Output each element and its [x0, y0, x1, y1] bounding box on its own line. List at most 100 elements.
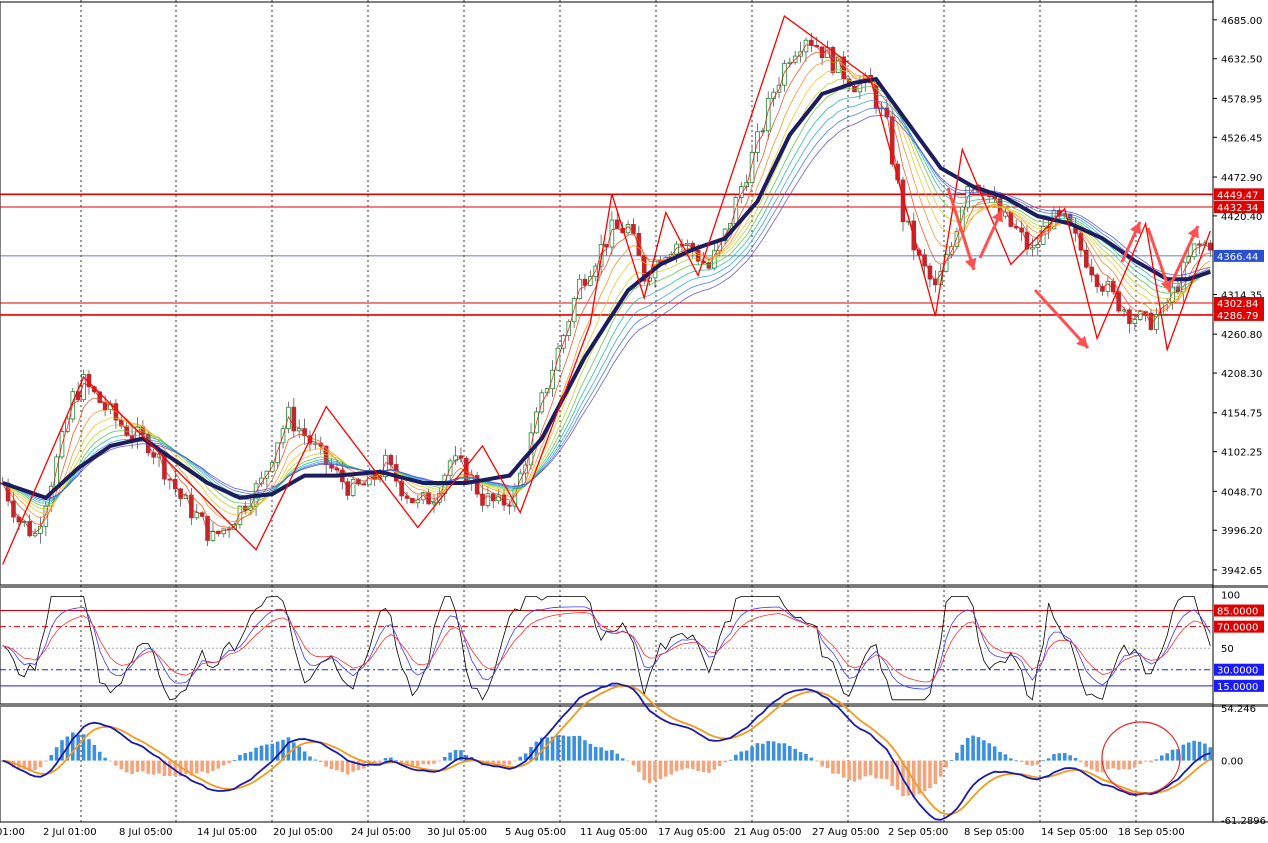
candle-body	[431, 501, 437, 505]
macd-histogram-bar	[313, 759, 318, 761]
stochastic-tick-label: 50	[1221, 644, 1234, 655]
macd-histogram-bar	[254, 747, 258, 761]
macd-histogram-bar	[604, 750, 609, 761]
macd-histogram-bar	[151, 760, 156, 775]
candle-body	[787, 61, 793, 64]
candle[interactable]	[1116, 290, 1121, 313]
macd-histogram-bar	[766, 741, 771, 761]
macd-histogram-bar	[1025, 760, 1029, 766]
macd-histogram-bar	[992, 746, 997, 761]
level-price-label: 4432.34	[1217, 203, 1258, 214]
macd-histogram-bar	[507, 760, 512, 765]
candle-body	[1105, 280, 1111, 292]
macd-histogram-bar	[448, 752, 452, 761]
macd-histogram-bar	[496, 760, 501, 765]
macd-histogram-bar	[1052, 754, 1056, 761]
macd-tick-label: -61.2896	[1221, 816, 1266, 827]
candle-body	[625, 224, 631, 234]
macd-histogram-bar	[232, 760, 237, 761]
macd-histogram-bar	[674, 760, 679, 772]
macd-histogram-bar	[292, 742, 296, 761]
level-price-label: 4302.84	[1217, 299, 1258, 310]
macd-histogram-bar	[852, 760, 857, 782]
macd-histogram-bar	[858, 760, 862, 780]
candle-body	[933, 278, 938, 286]
time-tick-label: 24 Jul 05:00	[351, 827, 411, 838]
price-tick-label: 4632.50	[1221, 55, 1262, 66]
candle-body	[1170, 286, 1175, 303]
time-tick-label: 5 Aug 05:00	[505, 827, 566, 838]
macd-histogram-bar	[432, 760, 436, 764]
macd-histogram-bar	[238, 754, 242, 761]
price-tick-label: 4685.00	[1221, 16, 1262, 27]
time-tick-label: 27 Aug 05:00	[812, 827, 879, 838]
macd-histogram-bar	[696, 760, 700, 772]
macd-histogram-bar	[680, 760, 684, 770]
macd-histogram-bar	[265, 744, 269, 761]
macd-histogram-bar	[723, 760, 727, 763]
macd-histogram-bar	[1186, 742, 1191, 761]
stochastic-level-label: 70.0000	[1217, 623, 1258, 634]
macd-histogram-bar	[777, 743, 781, 761]
candle[interactable]	[539, 389, 545, 415]
macd-histogram-bar	[302, 751, 307, 761]
macd-histogram-bar	[200, 760, 204, 772]
macd-histogram-bar	[518, 756, 523, 761]
macd-histogram-bar	[324, 760, 328, 767]
macd-histogram-bar	[761, 743, 765, 761]
macd-histogram-bar	[690, 760, 695, 770]
macd-histogram-bar	[712, 760, 717, 770]
macd-histogram-bar	[426, 760, 431, 765]
macd-histogram-bar	[885, 760, 889, 780]
time-tick-label: 11 Aug 05:00	[580, 827, 647, 838]
candle[interactable]	[81, 369, 86, 403]
price-tick-label: 3996.20	[1221, 526, 1262, 537]
level-price-label: 4286.79	[1217, 311, 1258, 322]
macd-histogram-bar	[1068, 755, 1072, 761]
macd-histogram-bar	[976, 737, 981, 761]
candle-body	[1132, 319, 1138, 324]
macd-histogram-bar	[502, 760, 506, 765]
macd-histogram-bar	[971, 735, 975, 761]
macd-histogram-bar	[728, 759, 733, 761]
macd-histogram-bar	[933, 760, 938, 785]
macd-histogram-bar	[577, 735, 582, 761]
macd-histogram-bar	[33, 760, 37, 770]
macd-histogram-bar	[653, 760, 657, 781]
macd-histogram-bar	[1181, 744, 1186, 761]
candle-body	[1116, 291, 1121, 312]
macd-histogram-bar	[318, 760, 323, 763]
macd-histogram-bar	[114, 760, 118, 766]
time-tick-label: 18 Sep 05:00	[1118, 827, 1185, 838]
macd-histogram-bar	[1133, 760, 1137, 768]
macd-histogram-bar	[92, 744, 97, 761]
macd-histogram-bar	[1170, 749, 1175, 761]
price-tick-label: 4102.25	[1221, 448, 1262, 459]
macd-histogram-bar	[734, 754, 738, 761]
macd-histogram-bar	[556, 735, 560, 761]
candle-body	[733, 197, 739, 224]
macd-histogram-bar	[297, 746, 302, 761]
macd-histogram-bar	[286, 737, 291, 761]
time-tick-label: 17 Aug 05:00	[658, 827, 725, 838]
macd-histogram-bar	[707, 760, 711, 773]
macd-histogram-bar	[701, 760, 706, 773]
price-tick-label: 4154.75	[1221, 409, 1262, 420]
macd-histogram-bar	[626, 760, 630, 762]
macd-histogram-bar	[97, 751, 102, 761]
macd-histogram-bar	[1203, 743, 1207, 761]
macd-histogram-bar	[863, 760, 868, 777]
macd-histogram-bar	[383, 758, 388, 761]
candle-body	[1030, 247, 1035, 250]
price-tick-label: 4260.80	[1221, 330, 1262, 341]
macd-histogram-bar	[561, 735, 566, 761]
macd-histogram-bar	[593, 746, 598, 761]
macd-histogram-bar	[270, 743, 275, 761]
macd-histogram-bar	[345, 760, 350, 775]
macd-histogram-bar	[798, 752, 803, 761]
macd-histogram-bar	[421, 760, 426, 765]
price-tick-label: 4472.90	[1221, 173, 1262, 184]
macd-histogram-bar	[588, 744, 593, 761]
macd-histogram-bar	[87, 739, 91, 761]
macd-histogram-bar	[1154, 759, 1159, 761]
